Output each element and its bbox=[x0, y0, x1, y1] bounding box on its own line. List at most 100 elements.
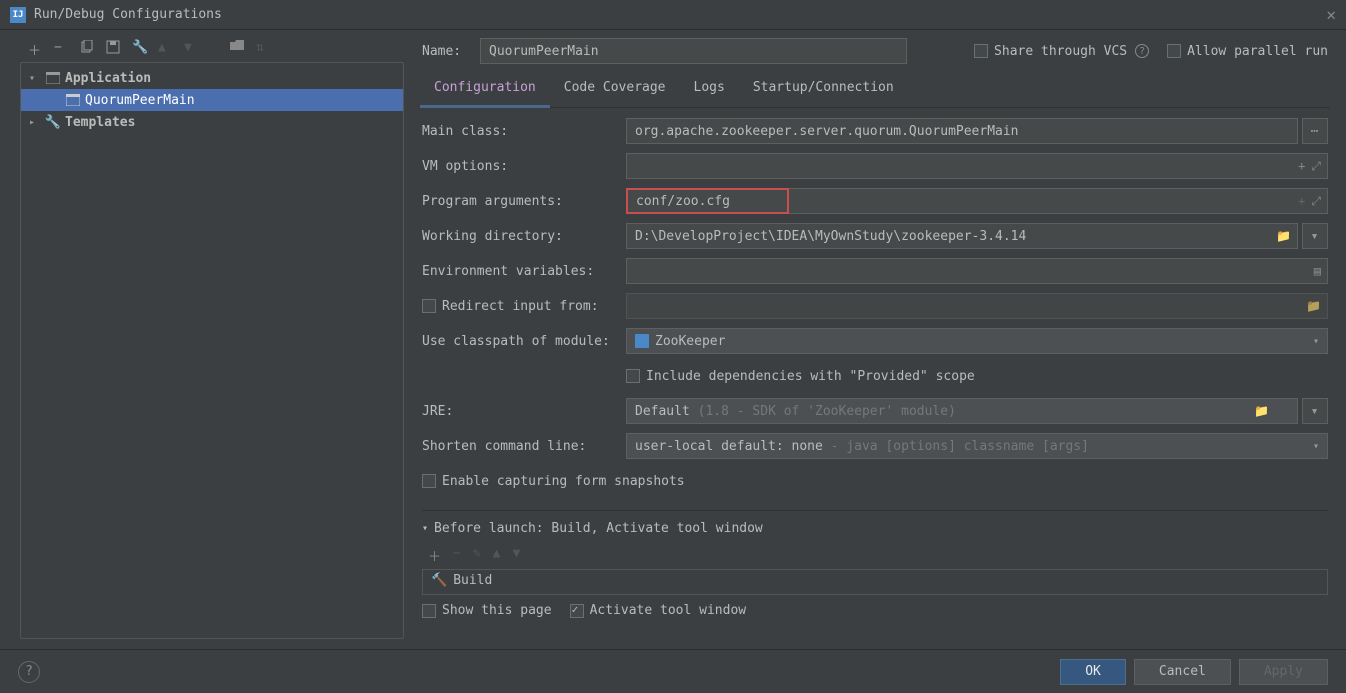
list-icon[interactable]: ▤ bbox=[1314, 264, 1321, 278]
share-vcs-checkbox[interactable] bbox=[974, 44, 988, 58]
title-bar: IJ Run/Debug Configurations ✕ bbox=[0, 0, 1346, 30]
shorten-value: user-local default: none bbox=[635, 439, 823, 454]
edit-icon: ✎ bbox=[473, 546, 481, 565]
list-item[interactable]: 🔨 Build bbox=[423, 570, 1327, 591]
add-icon[interactable]: ＋ bbox=[428, 546, 441, 565]
jre-dropdown-button[interactable]: ▾ bbox=[1302, 398, 1328, 424]
vm-options-label: VM options: bbox=[422, 159, 626, 174]
tree-node-templates[interactable]: ▸ 🔧 Templates bbox=[21, 111, 403, 133]
down-icon: ▼ bbox=[513, 546, 521, 565]
program-args-input-rest[interactable]: + ⤢ bbox=[789, 188, 1328, 214]
classpath-label: Use classpath of module: bbox=[422, 334, 626, 349]
include-provided-label: Include dependencies with "Provided" sco… bbox=[646, 369, 975, 384]
remove-icon[interactable]: − bbox=[54, 40, 68, 54]
wrench-icon[interactable]: 🔧 bbox=[132, 40, 146, 54]
collapse-arrow-icon[interactable]: ▾ bbox=[422, 523, 428, 534]
config-toolbar: ＋ − 🔧 ▲ ▼ ⇅ bbox=[8, 36, 404, 62]
snapshot-label: Enable capturing form snapshots bbox=[442, 474, 685, 489]
name-label: Name: bbox=[422, 44, 468, 59]
show-page-label: Show this page bbox=[442, 603, 552, 618]
tab-logs[interactable]: Logs bbox=[680, 74, 739, 107]
help-icon[interactable]: ? bbox=[18, 661, 40, 683]
up-icon: ▲ bbox=[493, 546, 501, 565]
plus-icon[interactable]: + bbox=[1298, 159, 1305, 173]
divider bbox=[422, 510, 1328, 511]
include-provided-checkbox[interactable] bbox=[626, 369, 640, 383]
app-logo-icon: IJ bbox=[10, 7, 26, 23]
left-panel: ＋ − 🔧 ▲ ▼ ⇅ ▾ Application QuorumPeerMain… bbox=[0, 30, 404, 649]
browse-main-class-button[interactable]: ⋯ bbox=[1302, 118, 1328, 144]
wrench-icon: 🔧 bbox=[45, 115, 61, 129]
vm-options-input[interactable]: + ⤢ bbox=[626, 153, 1328, 179]
module-icon bbox=[635, 334, 649, 348]
before-launch-header: Before launch: Build, Activate tool wind… bbox=[434, 521, 763, 536]
folder-icon[interactable]: 📁 bbox=[1254, 404, 1269, 418]
expand-icon[interactable]: ⤢ bbox=[1311, 159, 1321, 174]
folder-icon[interactable] bbox=[230, 40, 244, 54]
folder-icon[interactable]: 📁 bbox=[1276, 229, 1291, 243]
plus-icon[interactable]: + bbox=[1298, 194, 1305, 208]
tab-code-coverage[interactable]: Code Coverage bbox=[550, 74, 680, 107]
hammer-icon: 🔨 bbox=[431, 573, 447, 588]
activate-label: Activate tool window bbox=[590, 603, 747, 618]
expand-arrow-icon[interactable]: ▾ bbox=[29, 73, 41, 84]
main-class-label: Main class: bbox=[422, 124, 626, 139]
snapshot-checkbox[interactable] bbox=[422, 474, 436, 488]
expand-icon[interactable]: ⤢ bbox=[1311, 194, 1321, 209]
classpath-value: ZooKeeper bbox=[655, 334, 725, 349]
show-page-checkbox[interactable] bbox=[422, 604, 436, 618]
jre-dropdown[interactable]: Default (1.8 - SDK of 'ZooKeeper' module… bbox=[626, 398, 1298, 424]
before-launch-toolbar: ＋ − ✎ ▲ ▼ bbox=[422, 544, 1328, 567]
save-icon[interactable] bbox=[106, 40, 120, 54]
redirect-input-row: Redirect input from: bbox=[422, 299, 626, 314]
redirect-input-field: 📁 bbox=[626, 293, 1328, 319]
build-item-label: Build bbox=[453, 573, 492, 588]
shorten-hint: - java [options] classname [args] bbox=[831, 439, 1089, 454]
tree-label: QuorumPeerMain bbox=[85, 93, 195, 108]
up-icon: ▲ bbox=[158, 40, 172, 54]
remove-icon: − bbox=[453, 546, 461, 565]
footer: ? OK Cancel Apply bbox=[0, 649, 1346, 693]
close-icon[interactable]: ✕ bbox=[1326, 5, 1336, 24]
share-vcs-label: Share through VCS bbox=[994, 44, 1127, 59]
folder-icon: 📁 bbox=[1306, 299, 1321, 313]
apply-button[interactable]: Apply bbox=[1239, 659, 1328, 685]
program-args-value: conf/zoo.cfg bbox=[636, 194, 730, 209]
add-icon[interactable]: ＋ bbox=[28, 40, 42, 54]
window-title: Run/Debug Configurations bbox=[34, 7, 222, 22]
working-dir-dropdown-button[interactable]: ▾ bbox=[1302, 223, 1328, 249]
env-vars-input[interactable]: ▤ bbox=[626, 258, 1328, 284]
application-icon bbox=[65, 93, 81, 107]
config-tree: ▾ Application QuorumPeerMain ▸ 🔧 Templat… bbox=[20, 62, 404, 639]
main-class-value: org.apache.zookeeper.server.quorum.Quoru… bbox=[635, 124, 1019, 139]
working-dir-value: D:\DevelopProject\IDEA\MyOwnStudy\zookee… bbox=[635, 229, 1026, 244]
tab-configuration[interactable]: Configuration bbox=[420, 74, 550, 108]
ok-button[interactable]: OK bbox=[1060, 659, 1126, 685]
program-args-input[interactable]: conf/zoo.cfg bbox=[626, 188, 789, 214]
tab-startup-connection[interactable]: Startup/Connection bbox=[739, 74, 908, 107]
tree-node-application[interactable]: ▾ Application bbox=[21, 67, 403, 89]
tab-bar: Configuration Code Coverage Logs Startup… bbox=[420, 74, 1330, 108]
expand-arrow-icon[interactable]: ▸ bbox=[29, 117, 41, 128]
cancel-button[interactable]: Cancel bbox=[1134, 659, 1231, 685]
jre-hint: (1.8 - SDK of 'ZooKeeper' module) bbox=[698, 404, 956, 419]
shorten-label: Shorten command line: bbox=[422, 439, 626, 454]
name-input[interactable] bbox=[480, 38, 907, 64]
jre-value: Default bbox=[635, 404, 690, 419]
tree-label: Application bbox=[65, 71, 151, 86]
tree-label: Templates bbox=[65, 115, 135, 130]
classpath-dropdown[interactable]: ZooKeeper ▾ bbox=[626, 328, 1328, 354]
help-icon[interactable]: ? bbox=[1135, 44, 1149, 58]
env-vars-label: Environment variables: bbox=[422, 264, 626, 279]
working-dir-label: Working directory: bbox=[422, 229, 626, 244]
working-dir-input[interactable]: D:\DevelopProject\IDEA\MyOwnStudy\zookee… bbox=[626, 223, 1298, 249]
activate-tool-window-checkbox[interactable] bbox=[570, 604, 584, 618]
application-icon bbox=[45, 71, 61, 85]
redirect-input-checkbox[interactable] bbox=[422, 299, 436, 313]
down-icon: ▼ bbox=[184, 40, 198, 54]
shorten-dropdown[interactable]: user-local default: none - java [options… bbox=[626, 433, 1328, 459]
tree-node-quorumpeermain[interactable]: QuorumPeerMain bbox=[21, 89, 403, 111]
parallel-run-checkbox[interactable] bbox=[1167, 44, 1181, 58]
copy-icon[interactable] bbox=[80, 40, 94, 54]
main-class-input[interactable]: org.apache.zookeeper.server.quorum.Quoru… bbox=[626, 118, 1298, 144]
